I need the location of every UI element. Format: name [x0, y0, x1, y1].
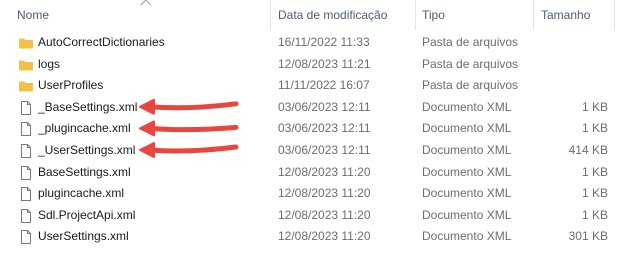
- file-size: 301 KB: [568, 229, 608, 244]
- column-divider[interactable]: [614, 0, 615, 30]
- file-date-modified: 03/06/2023 12:11: [278, 99, 371, 114]
- file-size: [540, 32, 608, 53]
- file-type: Documento XML: [422, 99, 512, 114]
- file-name: _UserSettings.xml: [38, 143, 136, 157]
- file-row[interactable]: UserSettings.xml 12/08/2023 11:20 Document…: [0, 226, 644, 247]
- file-row[interactable]: logs 12/08/2023 11:21 Pasta de arquivos: [0, 54, 644, 75]
- file-size: 1 KB: [581, 99, 608, 114]
- file-date-modified: 03/06/2023 12:11: [278, 121, 371, 136]
- file-icon: [18, 186, 34, 202]
- file-size: 1 KB: [581, 207, 608, 222]
- column-divider[interactable]: [533, 0, 534, 30]
- file-name: AutoCorrectDictionaries: [38, 35, 165, 49]
- file-type: Pasta de arquivos: [422, 56, 519, 71]
- file-size: [540, 54, 608, 75]
- file-icon: [18, 165, 34, 181]
- column-divider[interactable]: [270, 0, 271, 30]
- file-row[interactable]: BaseSettings.xml 12/08/2023 11:20 Document…: [0, 162, 644, 183]
- file-type: Documento XML: [422, 207, 512, 222]
- file-size: 1 KB: [581, 186, 608, 201]
- file-size: 414 KB: [568, 143, 608, 157]
- file-row[interactable]: AutoCorrectDictionaries 16/11/2022 11:33 P…: [0, 32, 644, 53]
- folder-icon: [18, 35, 34, 51]
- file-icon: [18, 229, 34, 245]
- file-type: Pasta de arquivos: [422, 35, 519, 49]
- file-date-modified: 12/08/2023 11:21: [278, 56, 371, 71]
- folder-icon: [18, 78, 34, 94]
- file-name: _BaseSettings.xml: [38, 99, 138, 114]
- file-name: BaseSettings.xml: [38, 164, 131, 179]
- file-date-modified: 16/11/2022 11:33: [278, 35, 370, 49]
- column-header-size[interactable]: Tamanho: [541, 0, 590, 30]
- file-icon: [18, 121, 34, 137]
- file-row[interactable]: Sdl.ProjectApi.xml 12/08/2023 11:20 Docume…: [0, 205, 644, 226]
- file-row[interactable]: _UserSettings.xml 03/06/2023 12:11 Documen…: [0, 140, 644, 161]
- file-type: Documento XML: [422, 143, 512, 157]
- file-size: 1 KB: [581, 121, 608, 136]
- file-type: Documento XML: [422, 121, 512, 136]
- file-date-modified: 12/08/2023 11:20: [278, 229, 371, 244]
- file-row[interactable]: _BaseSettings.xml 03/06/2023 12:11 Documen…: [0, 97, 644, 118]
- file-size: 1 KB: [581, 164, 608, 179]
- file-icon: [18, 143, 34, 159]
- file-type: Documento XML: [422, 186, 512, 201]
- file-type: Pasta de arquivos: [422, 78, 519, 93]
- column-divider[interactable]: [415, 0, 416, 30]
- file-name: UserSettings.xml: [38, 229, 129, 244]
- file-type: Documento XML: [422, 164, 512, 179]
- file-type: Documento XML: [422, 229, 512, 244]
- file-name: _plugincache.xml: [38, 121, 131, 136]
- file-icon: [18, 208, 34, 224]
- sort-ascending-icon: [140, 0, 152, 6]
- file-name: logs: [38, 56, 61, 71]
- file-size: [540, 75, 608, 96]
- file-date-modified: 12/08/2023 11:20: [278, 186, 371, 201]
- file-date-modified: 12/08/2023 11:20: [278, 207, 371, 222]
- file-icon: [18, 100, 34, 116]
- folder-icon: [18, 57, 34, 73]
- column-header-bar: Nome Data de modificação Tipo Tamanho: [0, 0, 644, 30]
- file-name: plugincache.xml: [38, 186, 125, 201]
- file-date-modified: 12/08/2023 11:20: [278, 164, 371, 179]
- file-date-modified: 03/06/2023 12:11: [278, 143, 371, 157]
- file-row[interactable]: UserProfiles 11/11/2022 16:07 Pasta de arq…: [0, 75, 644, 96]
- file-date-modified: 11/11/2022 16:07: [278, 78, 370, 93]
- column-header-name[interactable]: Nome: [17, 0, 49, 30]
- file-row[interactable]: _plugincache.xml 03/06/2023 12:11 Document…: [0, 118, 644, 139]
- column-header-type[interactable]: Tipo: [422, 0, 445, 30]
- file-name: Sdl.ProjectApi.xml: [38, 207, 136, 222]
- file-name: UserProfiles: [38, 78, 104, 93]
- file-row[interactable]: plugincache.xml 12/08/2023 11:20 Documento…: [0, 183, 644, 204]
- column-header-date[interactable]: Data de modificação: [278, 0, 387, 30]
